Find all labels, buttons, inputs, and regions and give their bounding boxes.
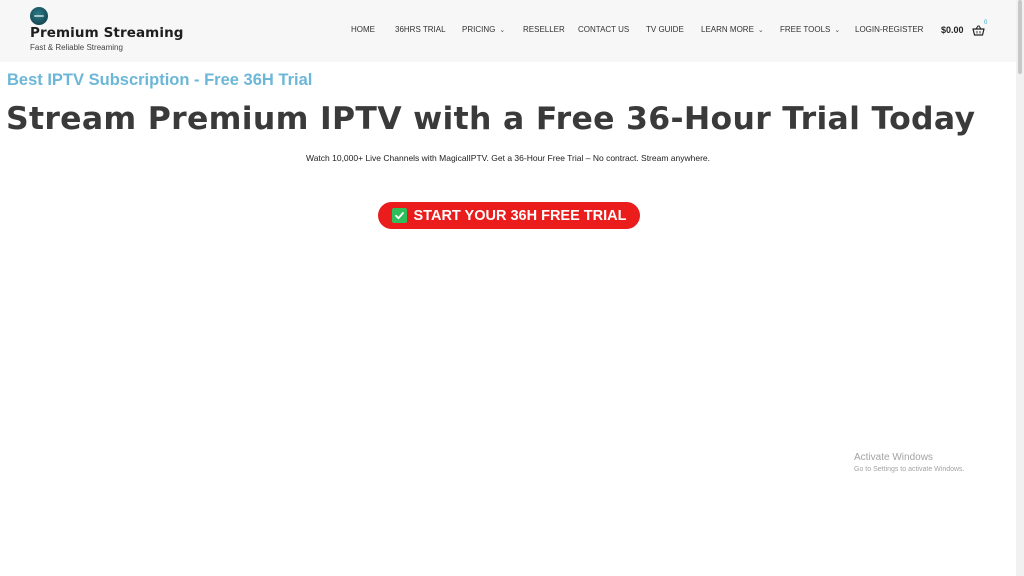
nav-item-36hrs-trial[interactable]: 36HRS TRIAL — [395, 25, 446, 34]
hero-title: Stream Premium IPTV with a Free 36-Hour … — [6, 101, 976, 137]
nav-item-tv-guide[interactable]: TV GUIDE — [646, 25, 684, 34]
chevron-down-icon: ⌄ — [499, 27, 506, 34]
nav-item-label: FREE TOOLS — [780, 25, 831, 34]
nav-item-learn-more[interactable]: LEARN MORE ⌄ — [701, 25, 764, 34]
site-header: Premium Streaming Fast & Reliable Stream… — [0, 0, 1016, 62]
start-trial-button[interactable]: START YOUR 36H FREE TRIAL — [378, 202, 640, 229]
nav-item-free-tools[interactable]: FREE TOOLS ⌄ — [780, 25, 840, 34]
nav-item-label: TV GUIDE — [646, 25, 684, 34]
nav-item-label: PRICING — [462, 25, 496, 34]
nav-item-reseller[interactable]: RESELLER — [523, 25, 565, 34]
nav-item-contact-us[interactable]: CONTACT US — [578, 25, 629, 34]
cart-total[interactable]: $0.00 — [941, 25, 964, 35]
nav-item-label: RESELLER — [523, 25, 565, 34]
hero-subtitle: Watch 10,000+ Live Channels with Magical… — [305, 153, 711, 163]
activate-windows-title: Activate Windows — [854, 452, 933, 463]
page-scrollbar[interactable] — [1016, 0, 1024, 576]
nav-item-login-register[interactable]: LOGIN-REGISTER — [855, 25, 923, 34]
check-mark-icon — [391, 208, 407, 223]
shopping-basket-icon[interactable] — [972, 25, 985, 36]
activate-windows-subtitle: Go to Settings to activate Windows. — [854, 466, 965, 473]
start-trial-label: START YOUR 36H FREE TRIAL — [413, 207, 627, 224]
site-tagline: Fast & Reliable Streaming — [30, 43, 123, 52]
nav-item-label: CONTACT US — [578, 25, 630, 34]
nav-item-label: LOGIN-REGISTER — [855, 25, 924, 34]
nav-item-label: 36HRS TRIAL — [395, 25, 446, 34]
nav-item-pricing[interactable]: PRICING ⌄ — [462, 25, 505, 34]
site-title[interactable]: Premium Streaming — [30, 25, 184, 41]
nav-item-label: LEARN MORE — [701, 25, 754, 34]
chevron-down-icon: ⌄ — [757, 27, 764, 34]
nav-item-home[interactable]: HOME — [351, 25, 375, 34]
hero-eyebrow: Best IPTV Subscription - Free 36H Trial — [7, 71, 313, 89]
scrollbar-thumb[interactable] — [1018, 0, 1022, 74]
nav-item-label: HOME — [351, 25, 375, 34]
logo-icon[interactable] — [30, 7, 48, 25]
cart-count-badge: 0 — [984, 20, 988, 26]
chevron-down-icon: ⌄ — [834, 27, 841, 34]
